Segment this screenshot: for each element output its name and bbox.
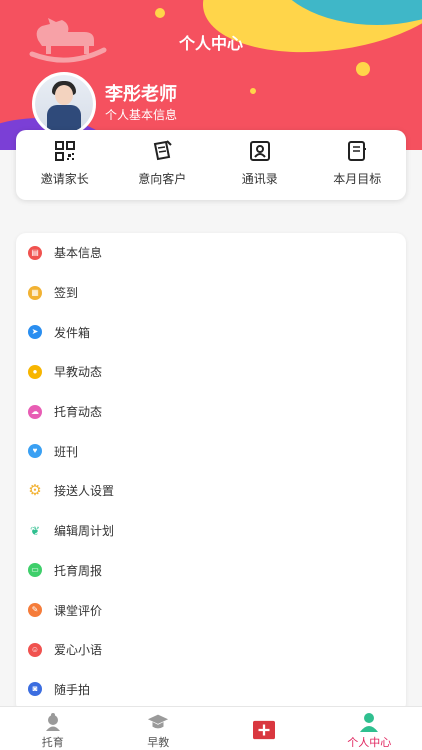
clipboard-pen-icon	[154, 140, 172, 161]
info-card-icon: ▤	[28, 245, 42, 260]
menu-item-label: 托育周报	[54, 563, 103, 578]
smile-icon: ☺	[28, 642, 42, 657]
nav-tab-label: 个人中心	[347, 737, 392, 749]
graduation-cap-icon	[147, 711, 169, 732]
quick-actions-card: 邀请家长 意向客户 通讯录 本月目标	[16, 130, 406, 200]
profile-page: 个人中心 李彤老师 个人基本信息 邀请家长 意向客户 通讯录 本月目标 ▤ 基本…	[0, 0, 422, 750]
menu-item-snapshot[interactable]: ◙ 随手拍	[16, 670, 406, 710]
quick-action-label: 本月目标	[333, 172, 382, 186]
report-icon: ▭	[28, 563, 42, 578]
cloud-icon: ☁	[28, 404, 42, 419]
nav-tab-early-education[interactable]: 早教	[106, 707, 212, 750]
quick-action-prospects[interactable]: 意向客户	[114, 130, 212, 200]
camera-icon: ◙	[28, 682, 42, 697]
menu-item-check-in[interactable]: ▦ 签到	[16, 273, 406, 313]
nav-tab-add[interactable]	[211, 707, 317, 750]
menu-item-label: 基本信息	[54, 246, 103, 261]
menu-item-childcare-news[interactable]: ☁ 托育动态	[16, 392, 406, 432]
menu-item-label: 托育动态	[54, 405, 103, 420]
menu-item-childcare-weekly-report[interactable]: ▭ 托育周报	[16, 551, 406, 591]
menu-item-edit-weekly-plan[interactable]: ❦ 编辑周计划	[16, 511, 406, 551]
menu-item-label: 爱心小语	[54, 643, 103, 658]
chat-bubble-icon: ●	[28, 364, 42, 379]
leaf-icon: ❦	[29, 523, 41, 538]
menu-item-outbox[interactable]: ➤ 发件箱	[16, 312, 406, 352]
send-icon: ➤	[28, 325, 42, 340]
gear-icon: ⚙	[28, 482, 42, 500]
quick-action-label: 邀请家长	[40, 172, 89, 186]
qr-code-icon	[54, 141, 75, 161]
bottom-nav: 托育 早教 个人中心	[0, 706, 422, 750]
quick-action-contacts[interactable]: 通讯录	[211, 130, 309, 200]
menu-item-basic-info[interactable]: ▤ 基本信息	[16, 233, 406, 273]
page-title: 个人中心	[178, 36, 243, 53]
contacts-icon	[249, 141, 270, 161]
menu-item-label: 发件箱	[54, 325, 91, 340]
nav-tab-childcare[interactable]: 托育	[0, 707, 106, 750]
profile-header: 个人中心 李彤老师 个人基本信息	[0, 0, 422, 150]
calendar-icon: ▦	[28, 285, 42, 300]
quick-action-monthly-goal[interactable]: 本月目标	[309, 130, 407, 200]
menu-item-early-education-news[interactable]: ● 早教动态	[16, 352, 406, 392]
notebook-icon	[348, 141, 367, 161]
decorative-dot	[155, 8, 165, 18]
quick-action-label: 意向客户	[138, 172, 187, 186]
menu-item-class-evaluation[interactable]: ✎ 课堂评价	[16, 590, 406, 630]
menu-item-caring-words[interactable]: ☺ 爱心小语	[16, 630, 406, 670]
menu-item-class-journal[interactable]: ♥ 班刊	[16, 431, 406, 471]
nav-tab-label: 托育	[41, 737, 64, 749]
decorative-dot	[356, 62, 370, 76]
quick-action-invite-parents[interactable]: 邀请家长	[16, 130, 114, 200]
pencil-icon: ✎	[28, 603, 42, 618]
menu-item-label: 接送人设置	[54, 484, 115, 499]
user-name: 李彤老师	[105, 84, 177, 104]
menu-item-label: 签到	[54, 286, 79, 301]
profile-subtitle-link[interactable]: 个人基本信息	[105, 106, 177, 123]
menu-item-label: 编辑周计划	[54, 524, 115, 539]
person-icon	[358, 711, 380, 732]
quick-action-label: 通讯录	[241, 172, 278, 186]
plus-box-icon	[252, 719, 275, 741]
menu-item-label: 班刊	[54, 444, 79, 459]
nav-tab-label: 早教	[147, 737, 170, 749]
menu-list: ▤ 基本信息 ▦ 签到 ➤ 发件箱 ● 早教动态 ☁ 托育动态 ♥ 班刊 ⚙ 接…	[16, 233, 406, 713]
menu-item-pickup-settings[interactable]: ⚙ 接送人设置	[16, 471, 406, 511]
decorative-dot	[250, 88, 256, 94]
menu-item-label: 早教动态	[54, 365, 103, 380]
nav-tab-personal-center[interactable]: 个人中心	[317, 707, 422, 750]
avatar[interactable]	[32, 72, 96, 136]
baby-icon	[42, 711, 64, 732]
menu-item-label: 课堂评价	[54, 603, 103, 618]
heart-bubble-icon: ♥	[28, 444, 42, 459]
menu-item-label: 随手拍	[54, 682, 91, 697]
